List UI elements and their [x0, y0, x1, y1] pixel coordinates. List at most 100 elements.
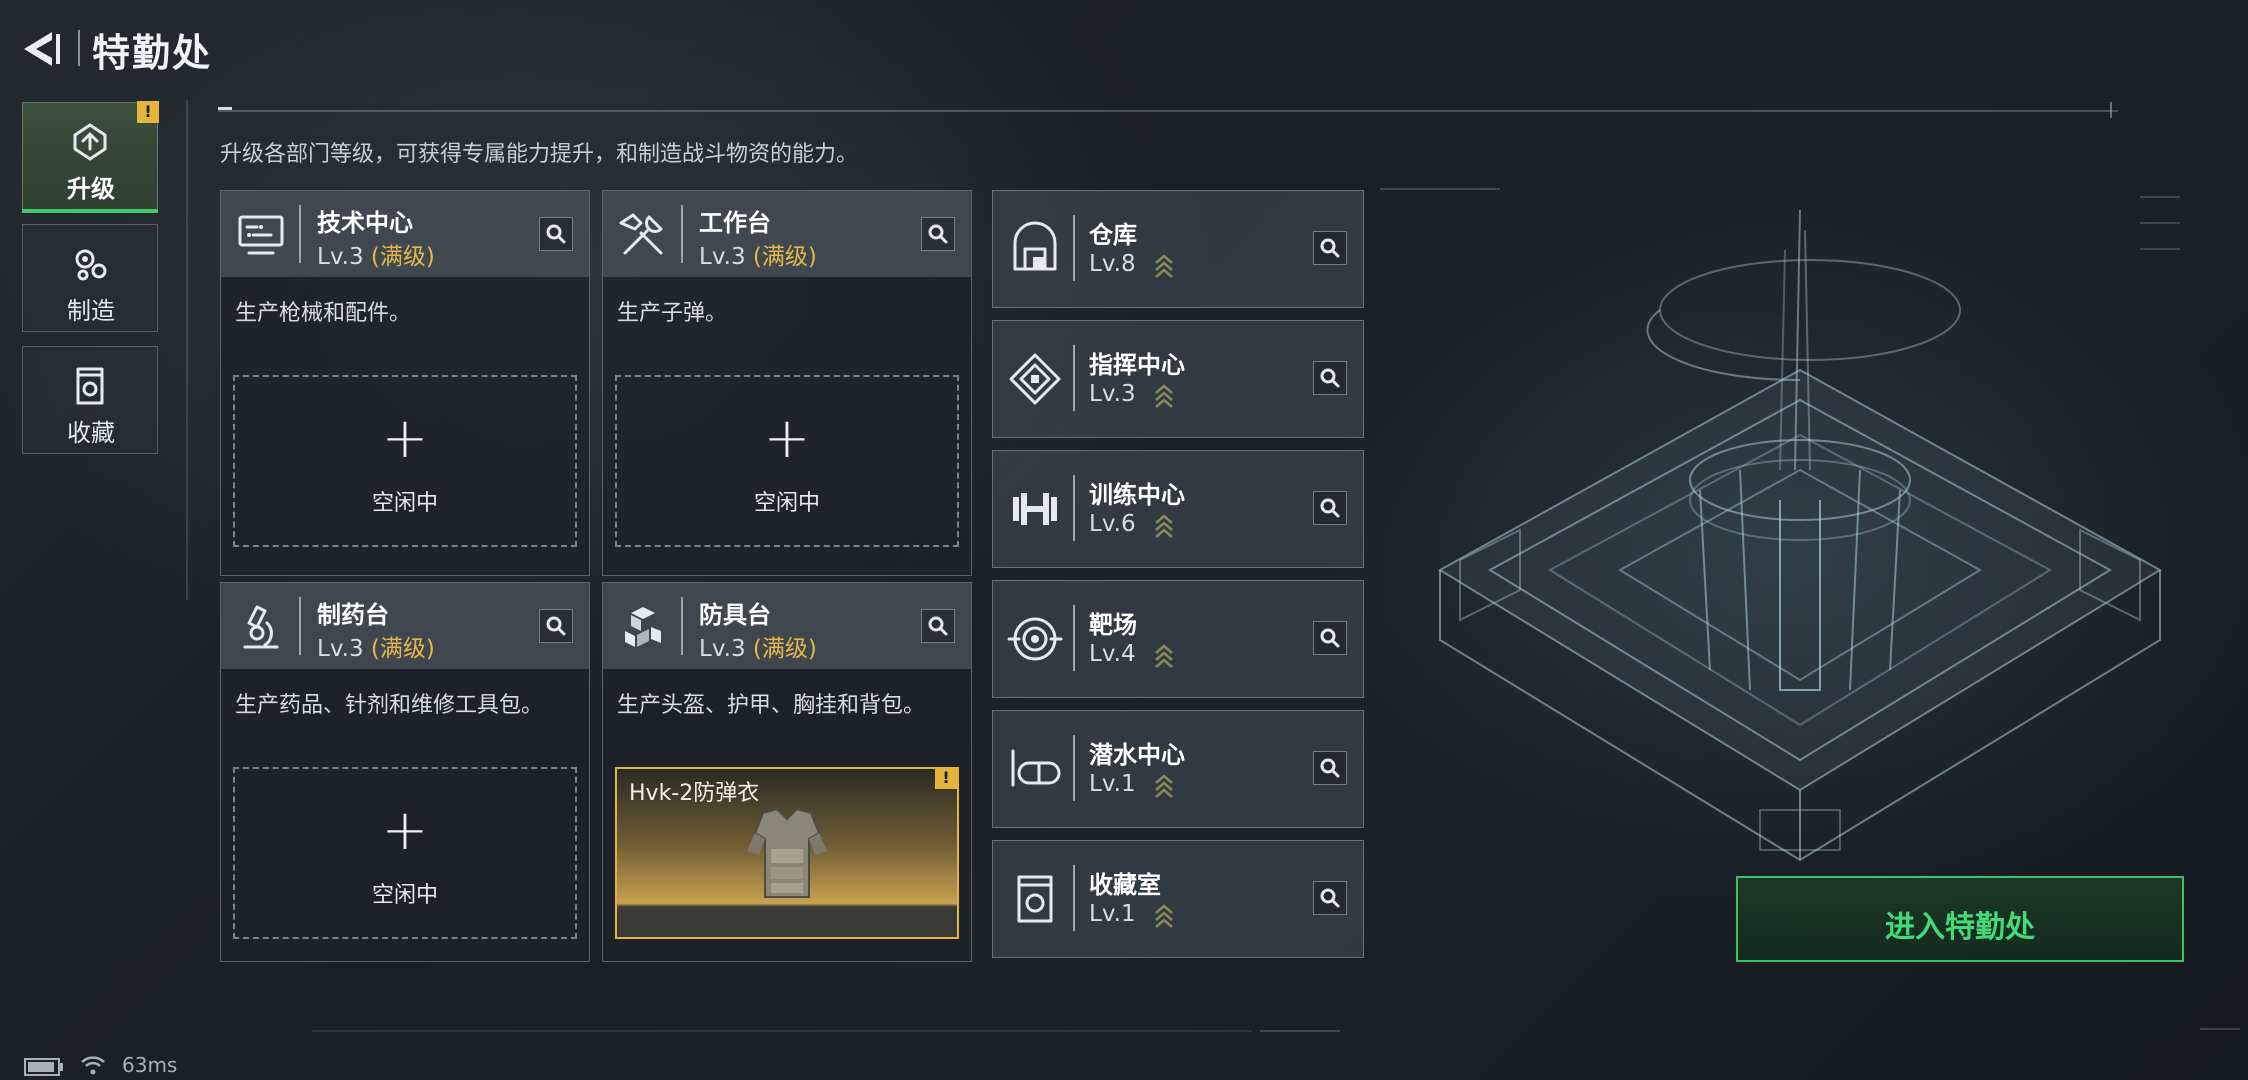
level-value: Lv.3: [699, 244, 746, 270]
facility-card-training-center[interactable]: 训练中心 Lv.6: [992, 450, 1364, 568]
upgrade-chevrons-icon: [1155, 904, 1173, 928]
collection-icon: [76, 367, 104, 405]
back-arrow-icon: [24, 32, 60, 66]
magnifier-icon: [1320, 888, 1340, 908]
plus-icon: +: [381, 798, 429, 863]
slot-status: 空闲中: [753, 491, 820, 516]
inspect-button[interactable]: [1313, 361, 1347, 395]
upgrade-chevrons-icon: [1155, 384, 1173, 408]
upgrade-chevrons-icon: [1155, 774, 1173, 798]
magnifier-icon: [928, 616, 948, 636]
command-icon: [1009, 353, 1061, 405]
header-divider: [681, 597, 683, 655]
department-card-tech-center: 技术中心 Lv.3 (满级) 生产枪械和配件。 + 空闲中: [220, 190, 590, 576]
hud-line: [1260, 1030, 1340, 1032]
inspect-button[interactable]: [921, 609, 955, 643]
department-name: 工作台: [699, 209, 771, 237]
title-divider: [78, 30, 80, 66]
facility-level: Lv.1: [1089, 771, 1136, 797]
slot-status: 空闲中: [371, 491, 438, 516]
magnifier-icon: [1320, 628, 1340, 648]
card-header: 技术中心 Lv.3 (满级): [221, 191, 589, 277]
magnifier-icon: [1320, 498, 1340, 518]
status-bar: 63ms: [0, 1050, 2248, 1080]
production-slot[interactable]: + 空闲中: [615, 375, 959, 547]
facility-level: Lv.1: [1089, 901, 1136, 927]
tab-craft[interactable]: 制造: [22, 224, 158, 332]
inspect-button[interactable]: [1313, 491, 1347, 525]
collection-room-icon: [1017, 875, 1053, 923]
card-divider: [1073, 735, 1075, 801]
magnifier-icon: [1320, 368, 1340, 388]
upgrade-chevrons-icon: [1155, 644, 1173, 668]
dumbbell-icon: [1013, 493, 1057, 525]
tab-upgrade[interactable]: 升级 !: [22, 101, 159, 213]
inspect-button[interactable]: [1313, 881, 1347, 915]
upgrade-icon: [73, 123, 107, 161]
department-description: 生产药品、针剂和维修工具包。: [235, 693, 544, 718]
bottom-divider: [312, 1030, 1252, 1032]
armor-blocks-icon: [625, 607, 661, 647]
hud-line: [1380, 188, 1500, 190]
microscope-icon: [243, 605, 279, 649]
level-value: Lv.3: [317, 636, 364, 662]
department-description: 生产枪械和配件。: [235, 301, 412, 326]
level-value: Lv.3: [699, 636, 746, 662]
max-level-label: (满级): [370, 244, 435, 270]
inspect-button[interactable]: [539, 609, 573, 643]
tab-collection-label: 收藏: [67, 419, 115, 447]
tab-collection[interactable]: 收藏: [22, 346, 158, 454]
facility-card-command-center[interactable]: 指挥中心 Lv.3: [992, 320, 1364, 438]
card-divider: [1073, 865, 1075, 931]
tools-icon: [619, 213, 663, 255]
upgrade-chevrons-icon: [1155, 254, 1173, 278]
enter-special-ops-button[interactable]: 进入特勤处: [1736, 876, 2184, 962]
facility-level: Lv.6: [1089, 511, 1136, 537]
tab-upgrade-label: 升级: [67, 175, 115, 203]
level-value: Lv.3: [317, 244, 364, 270]
department-card-workbench: 工作台 Lv.3 (满级) 生产子弹。 + 空闲中: [602, 190, 972, 576]
card-header: 制药台 Lv.3 (满级): [221, 583, 589, 669]
inspect-button[interactable]: [921, 217, 955, 251]
card-divider: [1073, 605, 1075, 671]
enter-button-label: 进入特勤处: [1885, 910, 2035, 945]
inspect-button[interactable]: [1313, 621, 1347, 655]
magnifier-icon: [1320, 238, 1340, 258]
item-alert-badge: !: [935, 767, 957, 789]
page-title: 特勤处: [92, 31, 213, 75]
production-slot[interactable]: + 空闲中: [233, 767, 577, 939]
magnifier-icon: [1320, 758, 1340, 778]
max-level-label: (满级): [752, 636, 817, 662]
facility-card-shooting-range[interactable]: 靶场 Lv.4: [992, 580, 1364, 698]
plus-icon: +: [763, 406, 811, 471]
body-armor-image: [747, 807, 827, 898]
department-description: 生产头盔、护甲、胸挂和背包。: [617, 693, 926, 718]
page-subtitle: 升级各部门等级，可获得专属能力提升，和制造战斗物资的能力。: [220, 142, 859, 167]
card-divider: [1073, 345, 1075, 411]
hud-line: [2140, 196, 2180, 198]
facility-card-diving-center[interactable]: 潜水中心 Lv.1: [992, 710, 1364, 828]
max-level-label: (满级): [752, 244, 817, 270]
warehouse-icon: [1013, 221, 1057, 271]
department-name: 制药台: [317, 601, 389, 629]
facility-name: 训练中心: [1089, 481, 1185, 509]
back-button[interactable]: [18, 24, 68, 74]
facility-name: 仓库: [1089, 221, 1137, 249]
facility-card-warehouse[interactable]: 仓库 Lv.8: [992, 190, 1364, 308]
top-divider-end: [2110, 102, 2112, 118]
production-item-slot[interactable]: Hvk-2防弹衣 !: [615, 767, 959, 939]
network-ping: 63ms: [122, 1053, 178, 1077]
inspect-button[interactable]: [539, 217, 573, 251]
department-card-armor: 防具台 Lv.3 (满级) 生产头盔、护甲、胸挂和背包。 Hvk-2防弹衣 !: [602, 582, 972, 962]
facility-level: Lv.8: [1089, 251, 1136, 277]
department-card-pharmacy: 制药台 Lv.3 (满级) 生产药品、针剂和维修工具包。 + 空闲中: [220, 582, 590, 962]
gear-icon: [75, 249, 107, 281]
inspect-button[interactable]: [1313, 751, 1347, 785]
header-divider: [299, 205, 301, 263]
inspect-button[interactable]: [1313, 231, 1347, 265]
upgrade-alert-badge: !: [137, 101, 159, 123]
header-divider: [681, 205, 683, 263]
department-level: Lv.3 (满级): [699, 237, 817, 271]
production-slot[interactable]: + 空闲中: [233, 375, 577, 547]
facility-card-collection-room[interactable]: 收藏室 Lv.1: [992, 840, 1364, 958]
